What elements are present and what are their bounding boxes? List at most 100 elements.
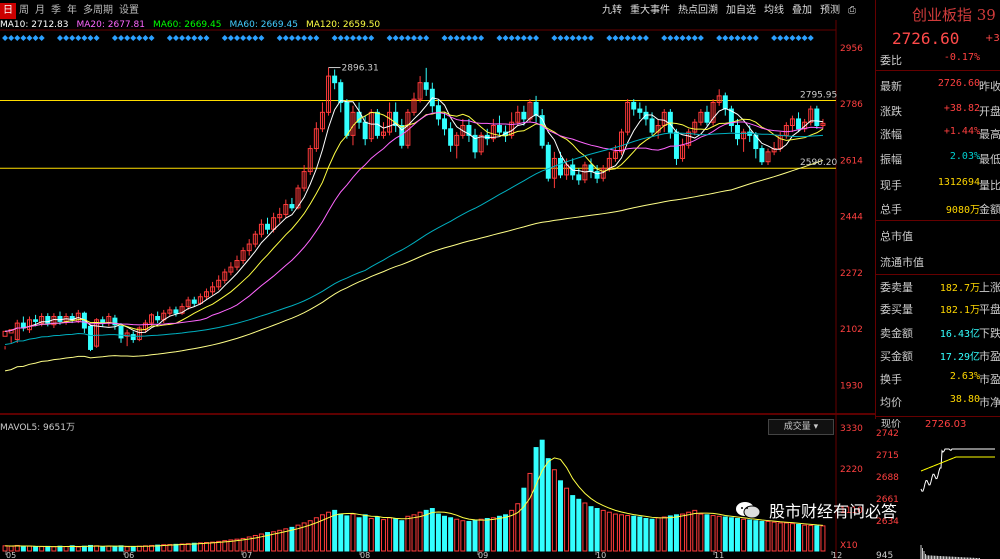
signal-marker	[8, 35, 15, 41]
candle-body	[576, 174, 582, 181]
volume-bar	[405, 515, 411, 552]
current-price: 2726.60	[892, 29, 960, 48]
quote-value: 2726.60	[937, 78, 980, 89]
volume-bar	[466, 520, 472, 552]
candle-body	[338, 82, 344, 103]
candle-body	[118, 325, 124, 339]
volume-bar	[63, 546, 69, 552]
upper-line-label: 2795.95	[800, 90, 837, 100]
volume-bar	[442, 515, 448, 552]
volume-bar	[521, 487, 527, 552]
volume-bar	[387, 517, 393, 552]
quote-label: 昨收	[979, 80, 1000, 93]
quote-row: 涨幅 +1.44% 最高	[880, 126, 1000, 146]
candle-body	[130, 334, 136, 341]
quote-row: 现手 1312694 量比	[880, 177, 1000, 197]
quote-label: 委买量	[880, 303, 913, 316]
signal-marker	[514, 35, 521, 41]
signal-marker	[777, 35, 784, 41]
signal-marker	[288, 35, 295, 41]
volume-bar	[722, 516, 728, 552]
volume-bar	[448, 517, 454, 552]
volume-bar	[460, 520, 466, 552]
quote-value: 2.03%	[949, 151, 980, 162]
quote-label: 最高	[979, 128, 1000, 141]
volume-bar	[551, 469, 557, 552]
candle-body	[588, 164, 594, 173]
quote-row: 换手 2.63% 市盈	[880, 371, 1000, 391]
volume-bar	[789, 523, 795, 552]
price-change: +38	[985, 33, 1000, 44]
signal-marker	[87, 35, 94, 41]
signal-marker	[368, 35, 375, 41]
volume-bar	[33, 546, 39, 552]
volume-bar	[673, 514, 679, 552]
signal-marker	[667, 35, 674, 41]
stock-chart-window: { "period_tabs":[ {"label":"日","active":…	[0, 0, 1000, 559]
volume-bar	[783, 522, 789, 552]
quote-label: 换手	[880, 373, 902, 386]
volume-bar	[588, 506, 594, 552]
chevron-down-icon: ▾	[813, 422, 819, 432]
signal-marker	[508, 35, 515, 41]
quote-row: 总手 9080万 金额	[880, 201, 1000, 221]
quote-row: 卖金额 16.43亿 下跌	[880, 325, 1000, 345]
quote-row: 委比 -0.17%	[880, 52, 1000, 72]
quote-row: 振幅 2.03% 最低	[880, 151, 1000, 171]
signal-marker	[423, 35, 430, 41]
month-label: 10	[596, 551, 606, 559]
quote-value: 9080万	[945, 205, 980, 216]
quote-row: 委买量 182.1万 平盘	[880, 301, 1000, 321]
volume-bar	[777, 522, 783, 552]
volume-bar	[539, 439, 545, 552]
signal-marker	[349, 35, 356, 41]
candle-body	[362, 121, 368, 140]
price-chart: 2896.31 2795.95 2590.20 2956 2786 2614 2444 227…	[0, 20, 876, 559]
signal-marker	[276, 35, 283, 41]
mini-axis-label: 2715	[876, 451, 899, 461]
volume-bar	[374, 516, 380, 552]
signal-marker	[417, 35, 424, 41]
volume-bar	[368, 517, 374, 552]
volume-bar	[820, 525, 826, 552]
signal-marker	[2, 35, 9, 41]
mini-axis-label: 2742	[876, 429, 899, 439]
signal-marker	[111, 35, 118, 41]
month-label: 06	[124, 551, 134, 559]
quote-label: 均价	[880, 396, 902, 409]
signal-marker	[551, 35, 558, 41]
quote-label: 总市值	[880, 230, 913, 243]
volume-bar	[423, 509, 429, 552]
volume-indicator-dropdown[interactable]: 成交量 ▾	[768, 419, 834, 435]
month-label: 11	[714, 551, 724, 559]
signal-marker	[356, 35, 363, 41]
candle-body	[667, 111, 673, 133]
moving-average-line	[4, 132, 823, 345]
wechat-icon	[736, 502, 761, 519]
signal-marker	[38, 35, 45, 41]
signal-marker	[472, 35, 479, 41]
quote-label: 卖金额	[880, 327, 913, 340]
volume-bar	[39, 546, 45, 552]
candle-body	[2, 330, 8, 337]
signal-marker	[734, 35, 741, 41]
lower-line-label: 2590.20	[800, 158, 837, 168]
volume-bar	[393, 518, 399, 552]
quote-row: 总市值	[880, 228, 1000, 248]
candle-body	[423, 82, 429, 90]
volume-bar	[698, 513, 704, 552]
volume-bar	[484, 517, 490, 552]
volume-bar	[112, 545, 118, 552]
price-axis-label: 2272	[840, 269, 863, 279]
quote-value: 16.43亿	[939, 329, 980, 340]
volume-series	[2, 439, 826, 552]
signal-marker	[807, 35, 814, 41]
signal-marker	[282, 35, 289, 41]
month-label: 08	[360, 551, 370, 559]
candle-body	[649, 118, 655, 133]
volume-bar	[545, 458, 551, 552]
volume-bar	[625, 515, 631, 552]
intraday-mini-chart: 现价 2726.03 27422715268826612634945	[875, 419, 1000, 559]
volume-bar	[576, 498, 582, 552]
volume-bar	[716, 515, 722, 552]
